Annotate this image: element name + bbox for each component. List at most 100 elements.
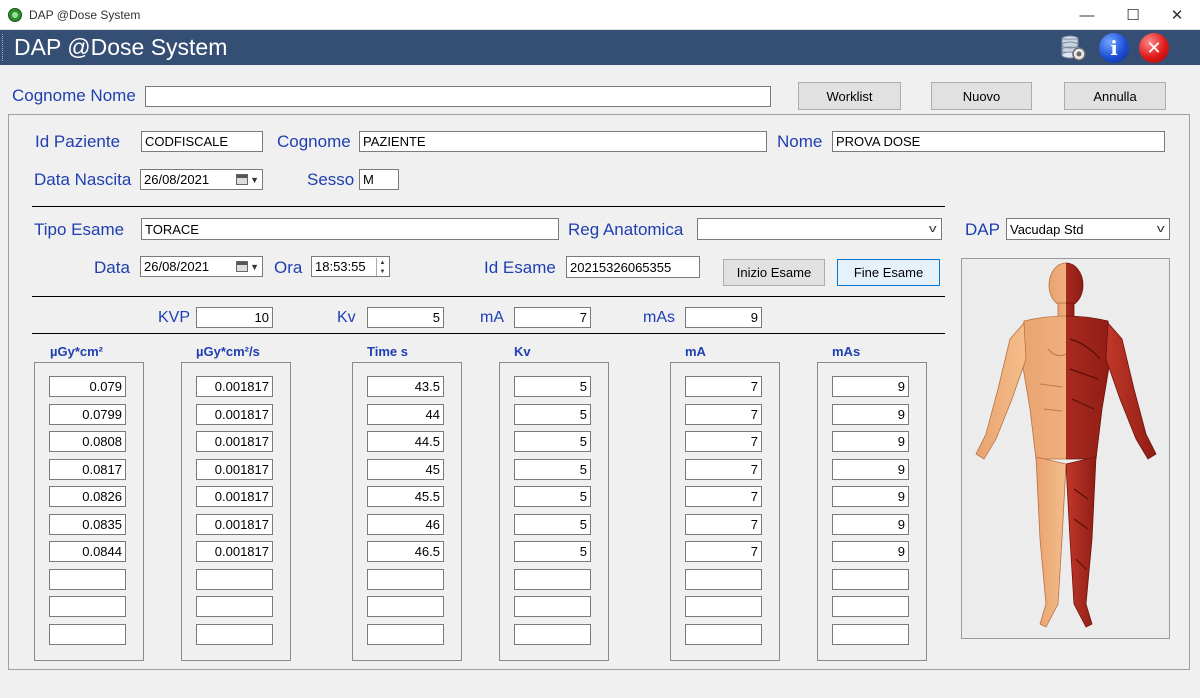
- cell-mas[interactable]: 9: [832, 376, 909, 397]
- calendar-icon[interactable]: [236, 174, 248, 185]
- cell-mas[interactable]: 9: [832, 486, 909, 507]
- cell-kv[interactable]: 5: [514, 376, 591, 397]
- data-nascita-label: Data Nascita: [34, 170, 132, 189]
- info-icon[interactable]: i: [1099, 33, 1129, 63]
- nuovo-button[interactable]: Nuovo: [931, 82, 1032, 110]
- cell-dap-rate[interactable]: [196, 569, 273, 590]
- cell-dap[interactable]: 0.0817: [49, 459, 126, 480]
- cell-ma[interactable]: 7: [685, 486, 762, 507]
- search-input[interactable]: [145, 86, 771, 107]
- cell-ma[interactable]: 7: [685, 514, 762, 535]
- cell-dap[interactable]: [49, 596, 126, 617]
- data-nascita-picker[interactable]: 26/08/2021 ▼: [140, 169, 263, 190]
- cell-mas[interactable]: [832, 624, 909, 645]
- window-title: DAP @Dose System: [29, 8, 141, 22]
- kv-field[interactable]: 5: [367, 307, 444, 328]
- fine-esame-button[interactable]: Fine Esame: [837, 259, 940, 286]
- spinner-icon[interactable]: ▲ ▼: [376, 258, 388, 276]
- id-esame-field[interactable]: 20215326065355: [566, 256, 700, 278]
- cell-mas[interactable]: [832, 596, 909, 617]
- cell-time[interactable]: [367, 624, 444, 645]
- cell-time[interactable]: 46: [367, 514, 444, 535]
- cell-dap-rate[interactable]: 0.001817: [196, 376, 273, 397]
- chevron-down-icon[interactable]: v: [928, 223, 936, 235]
- data-picker[interactable]: 26/08/2021 ▼: [140, 256, 263, 277]
- cell-kv[interactable]: 5: [514, 486, 591, 507]
- cell-time[interactable]: 43.5: [367, 376, 444, 397]
- mas-field[interactable]: 9: [685, 307, 762, 328]
- app-logo-icon: [8, 8, 22, 22]
- cognome-field[interactable]: PAZIENTE: [359, 131, 767, 152]
- cell-kv[interactable]: [514, 596, 591, 617]
- dropdown-arrow-icon[interactable]: ▼: [250, 262, 259, 272]
- cell-time[interactable]: [367, 569, 444, 590]
- cell-kv[interactable]: 5: [514, 459, 591, 480]
- cell-kv[interactable]: 5: [514, 404, 591, 425]
- cell-dap[interactable]: 0.0844: [49, 541, 126, 562]
- database-settings-icon[interactable]: [1060, 34, 1086, 62]
- cell-ma[interactable]: 7: [685, 541, 762, 562]
- dropdown-arrow-icon[interactable]: ▼: [250, 175, 259, 185]
- cell-dap-rate[interactable]: 0.001817: [196, 486, 273, 507]
- ora-time-field[interactable]: 18:53:55 ▲ ▼: [311, 256, 390, 277]
- cell-mas[interactable]: 9: [832, 431, 909, 452]
- dap-select[interactable]: Vacudap Std v: [1006, 218, 1170, 240]
- chevron-down-icon[interactable]: v: [1156, 223, 1164, 235]
- maximize-button[interactable]: ☐: [1110, 0, 1156, 30]
- ora-label: Ora: [274, 258, 303, 277]
- cell-mas[interactable]: 9: [832, 541, 909, 562]
- worklist-button[interactable]: Worklist: [798, 82, 901, 110]
- cell-dap[interactable]: 0.0808: [49, 431, 126, 452]
- window-close-button[interactable]: ✕: [1154, 0, 1200, 30]
- cell-kv[interactable]: [514, 624, 591, 645]
- cell-kv[interactable]: [514, 569, 591, 590]
- reg-anatomica-select[interactable]: v: [697, 218, 942, 240]
- cell-time[interactable]: 44.5: [367, 431, 444, 452]
- cell-mas[interactable]: 9: [832, 514, 909, 535]
- cell-ma[interactable]: 7: [685, 459, 762, 480]
- minimize-button[interactable]: —: [1064, 0, 1110, 30]
- cell-dap[interactable]: 0.0826: [49, 486, 126, 507]
- cell-dap-rate[interactable]: 0.001817: [196, 404, 273, 425]
- cell-mas[interactable]: 9: [832, 404, 909, 425]
- window-titlebar: [0, 0, 1200, 30]
- cell-time[interactable]: [367, 596, 444, 617]
- ma-field[interactable]: 7: [514, 307, 591, 328]
- cell-kv[interactable]: 5: [514, 541, 591, 562]
- cell-dap[interactable]: 0.079: [49, 376, 126, 397]
- cell-ma[interactable]: [685, 569, 762, 590]
- cell-ma[interactable]: 7: [685, 404, 762, 425]
- tipo-esame-field[interactable]: TORACE: [141, 218, 559, 240]
- id-paziente-field[interactable]: CODFISCALE: [141, 131, 263, 152]
- kvp-field[interactable]: 10: [196, 307, 273, 328]
- cell-kv[interactable]: 5: [514, 431, 591, 452]
- annulla-button[interactable]: Annulla: [1064, 82, 1166, 110]
- calendar-icon[interactable]: [236, 261, 248, 272]
- cell-ma[interactable]: 7: [685, 431, 762, 452]
- cell-dap-rate[interactable]: 0.001817: [196, 431, 273, 452]
- cell-time[interactable]: 45.5: [367, 486, 444, 507]
- cell-dap[interactable]: 0.0799: [49, 404, 126, 425]
- cell-time[interactable]: 46.5: [367, 541, 444, 562]
- sesso-field[interactable]: M: [359, 169, 399, 190]
- close-icon[interactable]: ✕: [1139, 33, 1169, 63]
- cell-dap[interactable]: 0.0835: [49, 514, 126, 535]
- cell-dap-rate[interactable]: [196, 624, 273, 645]
- cell-kv[interactable]: 5: [514, 514, 591, 535]
- cell-ma[interactable]: [685, 596, 762, 617]
- cell-dap-rate[interactable]: 0.001817: [196, 541, 273, 562]
- nome-field[interactable]: PROVA DOSE: [832, 131, 1165, 152]
- inizio-esame-button[interactable]: Inizio Esame: [723, 259, 825, 286]
- sesso-label: Sesso: [307, 170, 355, 189]
- cell-time[interactable]: 44: [367, 404, 444, 425]
- cell-time[interactable]: 45: [367, 459, 444, 480]
- cell-ma[interactable]: [685, 624, 762, 645]
- cell-dap[interactable]: [49, 569, 126, 590]
- cell-mas[interactable]: 9: [832, 459, 909, 480]
- cell-dap-rate[interactable]: 0.001817: [196, 459, 273, 480]
- cell-dap-rate[interactable]: 0.001817: [196, 514, 273, 535]
- cell-ma[interactable]: 7: [685, 376, 762, 397]
- cell-mas[interactable]: [832, 569, 909, 590]
- cell-dap[interactable]: [49, 624, 126, 645]
- cell-dap-rate[interactable]: [196, 596, 273, 617]
